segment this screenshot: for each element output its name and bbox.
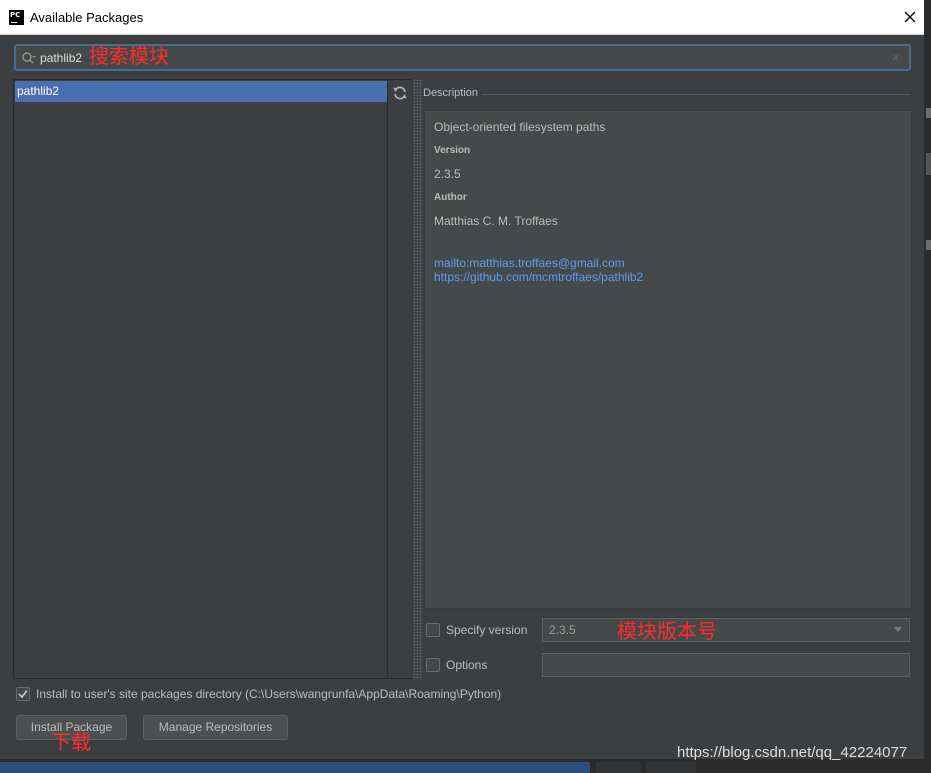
specify-version-checkbox[interactable] [426,623,440,637]
version-annotation: 模块版本号 [617,619,717,643]
install-annotation: 下载 [51,730,91,754]
list-toolbar [388,79,412,679]
list-item-selected[interactable]: pathlib2 [15,81,387,102]
close-button[interactable] [898,5,922,29]
window-title: Available Packages [30,10,144,25]
author-heading: Author [434,192,467,203]
background-ide-statusbar [0,759,931,773]
pycharm-app-icon: PC [9,10,24,25]
description-panel: Object-oriented filesystem paths Version… [424,110,912,609]
version-value: 2.3.5 [434,167,461,181]
search-input[interactable] [40,49,85,67]
homepage-link[interactable]: https://github.com/mcmtroffaes/pathlib2 [434,270,643,284]
search-annotation: 搜索模块 [89,44,169,68]
install-user-checkbox[interactable] [16,687,30,701]
clear-search-icon[interactable]: × [892,50,900,65]
background-ide-edge [924,0,931,773]
specify-version-label: Specify version [446,623,528,637]
version-select-value: 2.3.5 [549,623,576,637]
watermark-text: https://blog.csdn.net/qq_42224077 [677,744,908,761]
install-user-label: Install to user's site packages director… [36,687,502,701]
options-label: Options [446,658,488,672]
version-select[interactable]: 2.3.5 [542,618,910,642]
description-summary: Object-oriented filesystem paths [434,120,606,134]
version-heading: Version [434,145,471,156]
options-checkbox[interactable] [426,658,440,672]
checkmark-icon [18,690,28,699]
description-separator [482,94,910,95]
list-item-label: pathlib2 [17,84,60,98]
search-icon [22,52,36,64]
package-list[interactable]: pathlib2 [13,79,388,679]
app-icon-text: PC [10,11,21,19]
manage-repositories-button[interactable]: Manage Repositories [143,715,288,740]
splitter-handle[interactable] [413,79,422,679]
chevron-down-icon [894,627,902,632]
refresh-icon [393,86,407,100]
author-value: Matthias C. M. Troffaes [434,214,558,228]
title-bar: PC Available Packages [0,0,924,35]
options-input[interactable] [542,653,910,677]
refresh-button[interactable] [392,85,408,101]
close-icon [904,11,916,23]
description-label: Description [423,87,479,99]
available-packages-dialog: PC Available Packages × 搜索模块 pathlib2 [0,0,924,759]
email-link[interactable]: mailto:matthias.troffaes@gmail.com [434,256,625,270]
